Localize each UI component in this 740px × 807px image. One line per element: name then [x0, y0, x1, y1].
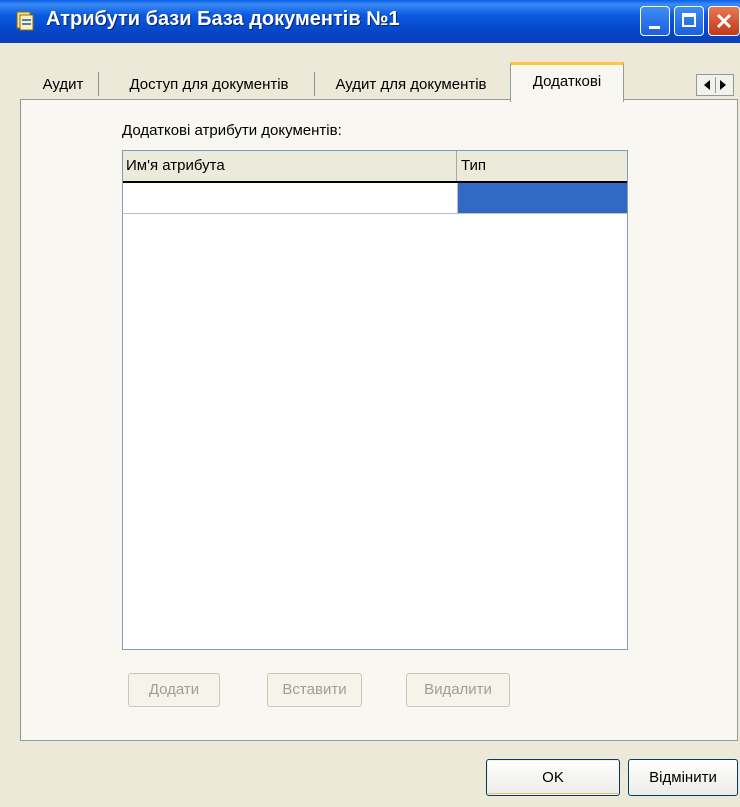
close-icon [716, 13, 732, 29]
add-button[interactable]: Додати [128, 673, 220, 707]
arrow-right-icon[interactable] [720, 80, 726, 90]
column-header-type[interactable]: Тип [458, 151, 627, 181]
tab-strip: Аудит Доступ для документів Аудит для до… [20, 62, 734, 102]
minimize-button[interactable] [640, 6, 670, 36]
delete-button[interactable]: Видалити [406, 673, 510, 707]
attributes-label: Додаткові атрибути документів: [122, 122, 342, 139]
tab-document-audit[interactable]: Аудит для документів [318, 70, 504, 100]
tab-panel-additional: Додаткові атрибути документів: Им'я атри… [20, 99, 738, 741]
insert-button[interactable]: Вставити [267, 673, 362, 707]
tab-additional[interactable]: Додаткові [510, 62, 624, 102]
scroll-divider [715, 77, 716, 93]
column-header-name[interactable]: Им'я атрибута [123, 151, 457, 181]
attributes-list[interactable]: Им'я атрибута Тип [122, 150, 628, 650]
maximize-button[interactable] [674, 6, 704, 36]
cell-attribute-name[interactable] [123, 183, 458, 213]
dialog-window: Атрибути бази База документів №1 Аудит Д… [0, 0, 740, 807]
title-bar[interactable]: Атрибути бази База документів №1 [0, 0, 740, 43]
close-button[interactable] [708, 6, 740, 36]
ok-button[interactable]: OK [486, 759, 620, 796]
tab-audit[interactable]: Аудит [32, 70, 94, 100]
arrow-left-icon[interactable] [704, 80, 710, 90]
list-header: Им'я атрибута Тип [123, 151, 627, 183]
tab-separator [314, 72, 315, 96]
database-icon [16, 11, 34, 31]
window-title: Атрибути бази База документів №1 [46, 8, 400, 30]
tab-separator [98, 72, 99, 96]
table-row[interactable] [123, 183, 627, 214]
tab-document-access[interactable]: Доступ для документів [106, 70, 312, 100]
cell-attribute-type[interactable] [458, 183, 627, 213]
cancel-button[interactable]: Відміни­ти [628, 759, 738, 796]
tab-scroll-buttons[interactable] [696, 74, 734, 96]
